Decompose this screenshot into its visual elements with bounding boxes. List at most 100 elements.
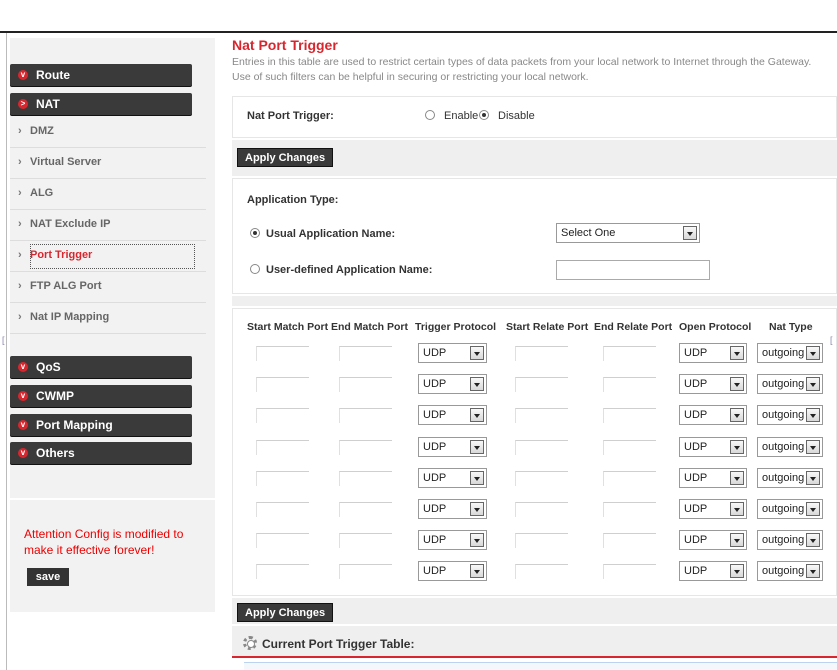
start-relate-port-input[interactable] — [515, 346, 568, 361]
trigger-protocol-select[interactable]: UDP — [418, 499, 487, 519]
open-protocol-select[interactable]: UDP — [679, 499, 747, 519]
end-match-port-input[interactable] — [339, 564, 392, 579]
enable-radio[interactable] — [425, 110, 435, 120]
trigger-protocol-select[interactable]: UDP — [418, 437, 487, 457]
nav-others[interactable]: v Others — [10, 442, 192, 464]
chevron-down-icon — [470, 533, 484, 547]
trigger-protocol-select-value: UDP — [423, 347, 447, 359]
start-match-port-input[interactable] — [256, 408, 309, 423]
arrow-right-icon: › — [18, 125, 22, 137]
col-end-relate-port: End Relate Port — [594, 321, 673, 333]
open-protocol-select[interactable]: UDP — [679, 405, 747, 425]
usual-app-select[interactable]: Select One — [556, 223, 700, 243]
nat-type-select[interactable]: outgoing — [757, 499, 823, 519]
start-relate-port-input[interactable] — [515, 377, 568, 392]
usual-app-radio[interactable] — [250, 228, 260, 238]
nav-port-mapping[interactable]: v Port Mapping — [10, 414, 192, 436]
apply-changes-button[interactable]: Apply Changes — [237, 148, 334, 167]
chevron-down-icon — [806, 533, 820, 547]
start-match-port-input[interactable] — [256, 471, 309, 486]
nat-type-select-value: outgoing — [762, 441, 805, 453]
sidebar-item-ftp-alg-port[interactable]: › FTP ALG Port — [10, 272, 206, 303]
end-relate-port-input[interactable] — [603, 564, 656, 579]
start-relate-port-input[interactable] — [515, 564, 568, 579]
nat-type-select[interactable]: outgoing — [757, 437, 823, 457]
arrow-right-icon: › — [18, 218, 22, 230]
nav-cwmp[interactable]: v CWMP — [10, 385, 192, 407]
end-match-port-input[interactable] — [339, 440, 392, 455]
nat-type-select[interactable]: outgoing — [757, 405, 823, 425]
sidebar-item-nat-ip-mapping[interactable]: › Nat IP Mapping — [10, 303, 206, 334]
open-protocol-select-value: UDP — [684, 378, 708, 390]
end-match-port-input[interactable] — [339, 533, 392, 548]
end-relate-port-input[interactable] — [603, 502, 656, 517]
open-protocol-select[interactable]: UDP — [679, 437, 747, 457]
arrow-right-icon: › — [18, 311, 22, 323]
apply-changes-button-bottom[interactable]: Apply Changes — [237, 603, 334, 622]
nav-nat[interactable]: > NAT — [10, 93, 192, 115]
sidebar-item-alg[interactable]: › ALG — [10, 179, 206, 210]
nav-route[interactable]: v Route — [10, 64, 192, 86]
trigger-protocol-select[interactable]: UDP — [418, 468, 487, 488]
sidebar-item-dmz[interactable]: › DMZ — [10, 117, 206, 148]
start-match-port-input[interactable] — [256, 377, 309, 392]
sidebar-item-nat-exclude-ip[interactable]: › NAT Exclude IP — [10, 210, 206, 241]
nat-type-select[interactable]: outgoing — [757, 343, 823, 363]
trigger-protocol-select[interactable]: UDP — [418, 374, 487, 394]
open-protocol-select[interactable]: UDP — [679, 561, 747, 581]
trigger-protocol-select[interactable]: UDP — [418, 343, 487, 363]
end-relate-port-input[interactable] — [603, 471, 656, 486]
open-protocol-select[interactable]: UDP — [679, 468, 747, 488]
start-match-port-input[interactable] — [256, 440, 309, 455]
nat-type-select[interactable]: outgoing — [757, 374, 823, 394]
nat-type-select[interactable]: outgoing — [757, 561, 823, 581]
nav-qos[interactable]: v QoS — [10, 356, 192, 378]
sidebar-item-label: Port Trigger — [30, 249, 93, 261]
trigger-protocol-select[interactable]: UDP — [418, 530, 487, 550]
end-match-port-input[interactable] — [339, 346, 392, 361]
end-match-port-input[interactable] — [339, 377, 392, 392]
open-protocol-select[interactable]: UDP — [679, 530, 747, 550]
end-match-port-input[interactable] — [339, 471, 392, 486]
save-button[interactable]: save — [27, 568, 69, 586]
user-app-input[interactable] — [556, 260, 710, 280]
sidebar-item-label: NAT Exclude IP — [30, 218, 111, 230]
nat-type-select[interactable]: outgoing — [757, 468, 823, 488]
nav-port-mapping-label: Port Mapping — [36, 418, 113, 432]
end-relate-port-input[interactable] — [603, 346, 656, 361]
user-app-radio[interactable] — [250, 264, 260, 274]
start-match-port-input[interactable] — [256, 502, 309, 517]
end-match-port-input[interactable] — [339, 408, 392, 423]
open-protocol-select[interactable]: UDP — [679, 374, 747, 394]
chevron-down-icon — [806, 408, 820, 422]
nat-type-select-value: outgoing — [762, 347, 805, 359]
trigger-protocol-select-value: UDP — [423, 503, 447, 515]
end-relate-port-input[interactable] — [603, 440, 656, 455]
start-relate-port-input[interactable] — [515, 408, 568, 423]
trigger-protocol-select[interactable]: UDP — [418, 561, 487, 581]
arrow-right-icon: › — [18, 156, 22, 168]
disable-radio[interactable] — [479, 110, 489, 120]
sidebar-item-port-trigger[interactable]: › Port Trigger — [10, 241, 206, 272]
sidebar-item-virtual-server[interactable]: › Virtual Server — [10, 148, 206, 179]
section-divider — [232, 656, 837, 658]
end-relate-port-input[interactable] — [603, 408, 656, 423]
chevron-down-icon: v — [18, 391, 28, 401]
col-start-match-port: Start Match Port — [247, 321, 329, 333]
end-match-port-input[interactable] — [339, 502, 392, 517]
start-match-port-input[interactable] — [256, 533, 309, 548]
nat-type-select[interactable]: outgoing — [757, 530, 823, 550]
application-type-label: Application Type: — [247, 194, 339, 206]
start-relate-port-input[interactable] — [515, 502, 568, 517]
chevron-down-icon — [730, 377, 744, 391]
start-match-port-input[interactable] — [256, 564, 309, 579]
end-relate-port-input[interactable] — [603, 533, 656, 548]
end-relate-port-input[interactable] — [603, 377, 656, 392]
trigger-protocol-select[interactable]: UDP — [418, 405, 487, 425]
chevron-down-icon — [806, 502, 820, 516]
open-protocol-select[interactable]: UDP — [679, 343, 747, 363]
start-match-port-input[interactable] — [256, 346, 309, 361]
start-relate-port-input[interactable] — [515, 471, 568, 486]
start-relate-port-input[interactable] — [515, 533, 568, 548]
start-relate-port-input[interactable] — [515, 440, 568, 455]
